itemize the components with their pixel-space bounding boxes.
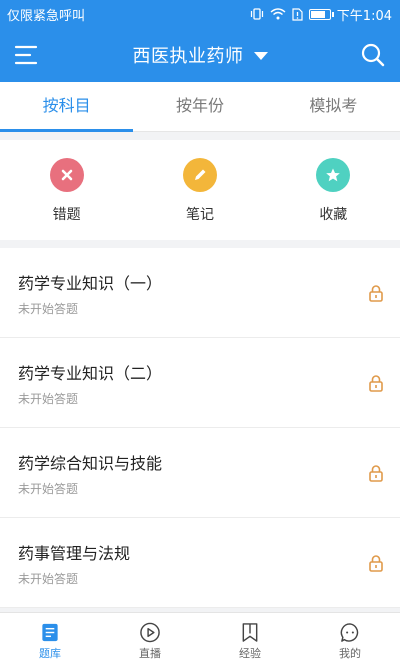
subject-name: 药学专业知识（一）: [18, 274, 163, 293]
chevron-down-icon: [253, 52, 268, 60]
play-icon: [140, 622, 160, 643]
status-text: 仅限紧急呼叫: [7, 8, 86, 24]
bookmark-icon: [242, 623, 258, 642]
nav-experience[interactable]: 经验: [200, 613, 300, 661]
chat-icon: [340, 623, 359, 642]
nav-label: 我的: [339, 647, 361, 660]
nav-label: 直播: [139, 647, 161, 660]
list-item[interactable]: 药学专业知识（二） 未开始答题: [0, 338, 400, 428]
tab-mock-exam[interactable]: 模拟考: [267, 82, 400, 131]
subject-list: 药学专业知识（一） 未开始答题 药学专业知识（二） 未开始答题 药学综合知识与技…: [0, 248, 400, 608]
favorites-button[interactable]: 收藏: [267, 140, 400, 240]
star-icon: [316, 158, 351, 192]
wifi-icon: [270, 8, 286, 20]
wrong-questions-label: 错题: [52, 207, 81, 223]
subject-status: 未开始答题: [18, 302, 79, 316]
favorites-label: 收藏: [319, 207, 348, 223]
tab-by-year[interactable]: 按年份: [133, 82, 266, 131]
status-bar: 仅限紧急呼叫 下午1:04: [0, 0, 400, 28]
search-icon[interactable]: [360, 42, 386, 68]
bottom-nav: 题库 直播 经验 我的: [0, 612, 400, 661]
list-item[interactable]: 药学专业知识（一） 未开始答题: [0, 248, 400, 338]
list-item[interactable]: 药学综合知识与技能 未开始答题: [0, 428, 400, 518]
x-icon: [49, 158, 84, 192]
subject-name: 药学综合知识与技能: [18, 454, 163, 473]
list-item[interactable]: 药事管理与法规 未开始答题: [0, 518, 400, 608]
menu-icon[interactable]: [14, 43, 40, 67]
question-bank-icon: [42, 623, 58, 642]
vibrate-icon: [250, 8, 263, 20]
nav-question-bank[interactable]: 题库: [0, 613, 100, 661]
subject-status: 未开始答题: [18, 392, 79, 406]
pencil-icon: [182, 158, 217, 192]
quick-actions: 错题 笔记 收藏: [0, 140, 400, 240]
lock-icon: [369, 375, 383, 392]
wrong-questions-button[interactable]: 错题: [0, 140, 133, 240]
tab-bar: 按科目 按年份 模拟考: [0, 82, 400, 132]
page-title: 西医执业药师: [132, 46, 244, 67]
app-header: 西医执业药师: [0, 28, 400, 82]
notes-button[interactable]: 笔记: [133, 140, 266, 240]
subject-name: 药学专业知识（二）: [18, 364, 163, 383]
status-time: 下午1:04: [336, 8, 392, 24]
lock-icon: [369, 465, 383, 482]
exam-selector[interactable]: 西医执业药师: [133, 42, 268, 68]
subject-status: 未开始答题: [18, 482, 79, 496]
nav-live[interactable]: 直播: [100, 613, 200, 661]
sim-alert-icon: [292, 7, 303, 21]
notes-label: 笔记: [185, 207, 214, 223]
lock-icon: [369, 285, 383, 302]
lock-icon: [369, 555, 383, 572]
nav-label: 经验: [239, 647, 261, 660]
subject-status: 未开始答题: [18, 572, 79, 586]
nav-label: 题库: [39, 647, 61, 660]
subject-name: 药事管理与法规: [18, 544, 131, 563]
nav-mine[interactable]: 我的: [300, 613, 400, 661]
status-icons: 下午1:04: [250, 5, 392, 24]
battery-icon: [308, 8, 334, 20]
tab-by-subject[interactable]: 按科目: [0, 82, 134, 132]
